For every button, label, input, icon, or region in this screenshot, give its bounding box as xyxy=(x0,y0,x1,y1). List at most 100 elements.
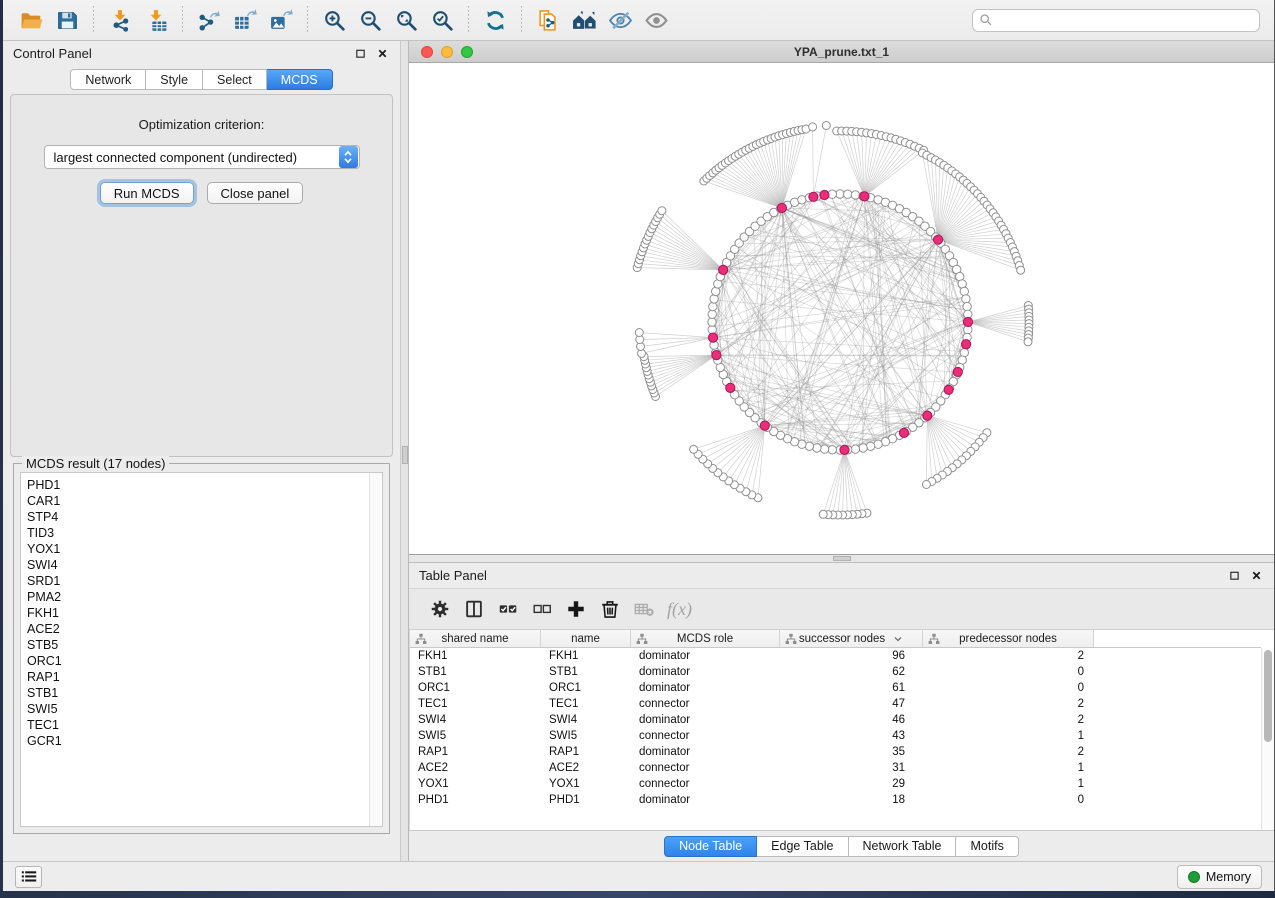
mcds-result-node[interactable]: STB1 xyxy=(21,685,382,701)
select-all-button[interactable] xyxy=(491,594,525,624)
splitter-grip[interactable] xyxy=(833,556,851,561)
mcds-result-node[interactable]: SWI4 xyxy=(21,557,382,573)
toolbar-separator xyxy=(93,6,94,34)
tab-edge-table[interactable]: Edge Table xyxy=(757,836,848,857)
mcds-result-node[interactable]: STB5 xyxy=(21,637,382,653)
tab-select[interactable]: Select xyxy=(203,69,267,90)
horizontal-splitter[interactable] xyxy=(409,555,1274,563)
clone-network-button[interactable] xyxy=(533,5,563,35)
network-graph[interactable] xyxy=(409,63,1274,555)
export-network-button[interactable] xyxy=(194,5,224,35)
function-builder-button-disabled: f(x) xyxy=(667,599,692,620)
table-cell: YOX1 xyxy=(541,776,631,792)
mcds-result-node[interactable]: STP4 xyxy=(21,509,382,525)
import-table-icon xyxy=(144,8,169,33)
refresh-button[interactable] xyxy=(480,5,510,35)
mcds-result-node[interactable]: ORC1 xyxy=(21,653,382,669)
search-input[interactable] xyxy=(998,13,1253,27)
table-cell: FKH1 xyxy=(410,648,541,664)
run-mcds-button[interactable]: Run MCDS xyxy=(100,182,194,204)
table-rows: FKH1FKH1dominator962STB1STB1dominator620… xyxy=(410,648,1274,808)
show-column-button[interactable] xyxy=(457,594,491,624)
table-row[interactable]: ORC1ORC1dominator610 xyxy=(410,680,1274,696)
float-icon xyxy=(355,48,366,59)
table-row[interactable]: PHD1PHD1dominator180 xyxy=(410,792,1274,808)
tab-network[interactable]: Network xyxy=(70,69,146,90)
show-all-button[interactable] xyxy=(641,5,671,35)
tab-motifs[interactable]: Motifs xyxy=(956,836,1018,857)
export-table-button[interactable] xyxy=(230,5,260,35)
network-graph-canvas[interactable] xyxy=(409,63,1274,554)
table-cell: FKH1 xyxy=(541,648,631,664)
memory-button[interactable]: Memory xyxy=(1177,865,1262,889)
close-panel-button[interactable] xyxy=(374,46,390,62)
vertical-splitter[interactable] xyxy=(400,41,409,861)
table-scrollbar[interactable] xyxy=(1261,648,1274,830)
hide-selected-button[interactable] xyxy=(605,5,635,35)
zoom-selected-button[interactable] xyxy=(427,5,457,35)
open-file-button[interactable] xyxy=(16,5,46,35)
table-cell: 47 xyxy=(780,696,923,712)
tab-node-table[interactable]: Node Table xyxy=(664,836,757,857)
table-row[interactable]: STB1STB1dominator620 xyxy=(410,664,1274,680)
deselect-all-button[interactable] xyxy=(525,594,559,624)
zoom-fit-button[interactable] xyxy=(391,5,421,35)
scrollbar-thumb[interactable] xyxy=(1264,650,1272,742)
mcds-result-node[interactable]: TEC1 xyxy=(21,717,382,733)
mcds-result-node[interactable]: FKH1 xyxy=(21,605,382,621)
float-panel-button[interactable] xyxy=(1226,568,1242,584)
column-header-mcds-role[interactable]: MCDS role xyxy=(631,630,780,647)
table-row[interactable]: TEC1TEC1connector472 xyxy=(410,696,1274,712)
mcds-result-node[interactable]: SWI5 xyxy=(21,701,382,717)
save-session-button[interactable] xyxy=(52,5,82,35)
table-row[interactable]: ACE2ACE2connector311 xyxy=(410,760,1274,776)
splitter-grip[interactable] xyxy=(402,446,408,464)
mcds-tab-content: Optimization criterion: largest connecte… xyxy=(10,94,393,457)
table-cell: 1 xyxy=(923,776,1094,792)
search-field[interactable] xyxy=(972,9,1260,32)
table-row[interactable]: FKH1FKH1dominator962 xyxy=(410,648,1274,664)
float-panel-button[interactable] xyxy=(352,46,368,62)
table-row[interactable]: SWI5SWI5connector431 xyxy=(410,728,1274,744)
table-settings-button[interactable] xyxy=(423,594,457,624)
close-panel-button[interactable] xyxy=(1248,568,1264,584)
column-header-name[interactable]: name xyxy=(541,630,631,647)
table-cell: 43 xyxy=(780,728,923,744)
tab-network-table[interactable]: Network Table xyxy=(849,836,957,857)
mcds-result-node[interactable]: YOX1 xyxy=(21,541,382,557)
table-row[interactable]: YOX1YOX1connector291 xyxy=(410,776,1274,792)
add-column-button[interactable] xyxy=(559,594,593,624)
mcds-result-node[interactable]: SRD1 xyxy=(21,573,382,589)
import-table-button[interactable] xyxy=(141,5,171,35)
tab-style[interactable]: Style xyxy=(146,69,203,90)
import-network-button[interactable] xyxy=(105,5,135,35)
mcds-result-node[interactable]: CAR1 xyxy=(21,493,382,509)
close-panel-action-button[interactable]: Close panel xyxy=(207,182,304,204)
export-image-button[interactable] xyxy=(266,5,296,35)
delete-column-button[interactable] xyxy=(593,594,627,624)
mcds-result-node[interactable]: PHD1 xyxy=(21,477,382,493)
zoom-out-button[interactable] xyxy=(355,5,385,35)
criterion-select[interactable]: largest connected component (undirected) xyxy=(44,145,360,169)
show-panels-button[interactable] xyxy=(15,866,42,888)
status-bar: Memory xyxy=(3,861,1274,891)
mcds-result-node[interactable]: GCR1 xyxy=(21,733,382,749)
table-row[interactable]: SWI4SWI4dominator462 xyxy=(410,712,1274,728)
mcds-list-scrollbar[interactable] xyxy=(369,473,382,826)
control-panel: Control Panel Network Style Select MCDS … xyxy=(3,41,400,861)
control-panel-tabs: Network Style Select MCDS xyxy=(3,66,400,90)
table-row[interactable]: RAP1RAP1dominator352 xyxy=(410,744,1274,760)
first-neighbors-button[interactable] xyxy=(569,5,599,35)
mcds-result-node[interactable]: ACE2 xyxy=(21,621,382,637)
tab-mcds[interactable]: MCDS xyxy=(267,69,333,90)
column-header-predecessor-nodes[interactable]: predecessor nodes xyxy=(923,630,1094,647)
column-header-successor-nodes[interactable]: successor nodes xyxy=(780,630,923,647)
column-header-shared-name[interactable]: shared name xyxy=(410,630,541,647)
mcds-result-node[interactable]: PMA2 xyxy=(21,589,382,605)
mcds-result-node[interactable]: TID3 xyxy=(21,525,382,541)
mcds-result-node[interactable]: RAP1 xyxy=(21,669,382,685)
table-cell xyxy=(1094,776,1274,792)
zoom-in-button[interactable] xyxy=(319,5,349,35)
app-window: Control Panel Network Style Select MCDS … xyxy=(3,0,1275,891)
table-cell xyxy=(1094,728,1274,744)
